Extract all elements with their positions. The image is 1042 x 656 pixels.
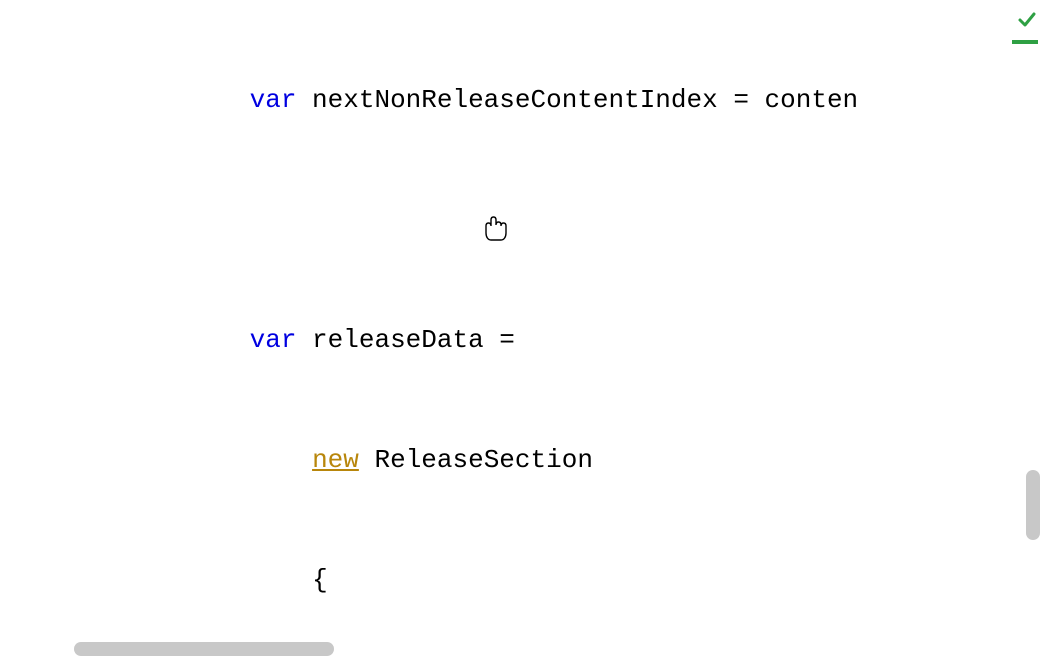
type-name: ReleaseSection bbox=[374, 445, 592, 475]
vertical-scrollbar-thumb[interactable] bbox=[1026, 470, 1040, 540]
code-line[interactable]: var nextNonReleaseContentIndex = conten bbox=[0, 80, 1042, 120]
code-line[interactable] bbox=[0, 200, 1042, 240]
keyword-var: var bbox=[250, 85, 297, 115]
horizontal-scrollbar-thumb[interactable] bbox=[74, 642, 334, 656]
keyword-new[interactable]: new bbox=[312, 445, 359, 475]
code-line[interactable]: var releaseData = bbox=[0, 320, 1042, 360]
code-content[interactable]: var nextNonReleaseContentIndex = conten … bbox=[0, 0, 1042, 656]
code-editor[interactable]: var nextNonReleaseContentIndex = conten … bbox=[0, 0, 1042, 656]
keyword-var: var bbox=[250, 325, 297, 355]
inspection-marker bbox=[1012, 40, 1038, 44]
inspection-ok-icon[interactable] bbox=[1016, 4, 1038, 44]
code-line[interactable]: { bbox=[0, 560, 1042, 600]
code-line[interactable]: new ReleaseSection bbox=[0, 440, 1042, 480]
